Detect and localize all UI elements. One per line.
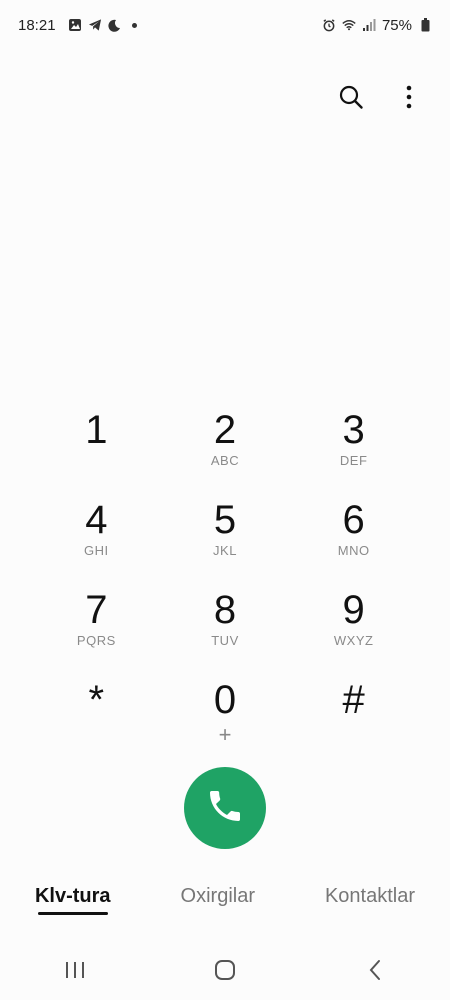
key-digit: # <box>342 678 365 722</box>
key-3[interactable]: 3 DEF <box>289 405 418 495</box>
alarm-icon <box>322 18 336 32</box>
key-digit: 9 <box>342 588 365 632</box>
tab-label: Kontaktlar <box>324 885 416 907</box>
bottom-tabs: Klv-tura Oxirgilar Kontaktlar <box>0 885 450 935</box>
key-1[interactable]: 1 <box>32 405 161 495</box>
key-digit: 8 <box>213 588 237 632</box>
more-vertical-icon[interactable] <box>394 80 424 114</box>
key-5[interactable]: 5 JKL <box>161 495 290 585</box>
key-7[interactable]: 7 PQRS <box>32 585 161 675</box>
notification-dot-icon <box>131 22 137 28</box>
key-digit: 7 <box>85 588 108 632</box>
dialer-screen: 18:21 75% 1 2 ABC 3 DEF 4 GHI 5 JKL 6 MN… <box>0 0 450 1000</box>
active-tab-indicator <box>37 912 108 915</box>
tab-contacts[interactable]: Kontaktlar <box>325 885 415 908</box>
key-9[interactable]: 9 WXYZ <box>289 585 418 675</box>
recent-apps-icon[interactable] <box>55 950 95 990</box>
key-letters: MNO <box>337 543 370 558</box>
call-button[interactable] <box>184 767 266 849</box>
key-letters: WXYZ <box>333 633 374 648</box>
key-digit: 1 <box>85 408 108 452</box>
key-star[interactable]: * <box>32 675 161 765</box>
key-4[interactable]: 4 GHI <box>32 495 161 585</box>
tab-label: Oxirgilar <box>180 885 255 907</box>
tab-label: Klv-tura <box>34 885 111 907</box>
status-left: 18:21 <box>18 17 137 34</box>
wifi-icon <box>342 18 356 32</box>
home-icon[interactable] <box>205 950 245 990</box>
system-nav-bar <box>0 945 450 995</box>
moon-icon <box>108 18 122 32</box>
key-letters: JKL <box>213 543 237 558</box>
signal-icon <box>362 18 376 32</box>
key-letters: TUV <box>211 633 239 648</box>
gallery-icon <box>68 18 82 32</box>
key-digit: * <box>88 678 105 722</box>
dial-keypad: 1 2 ABC 3 DEF 4 GHI 5 JKL 6 MNO 7 PQRS 8 <box>32 405 418 765</box>
status-time: 18:21 <box>18 16 56 34</box>
key-letters: ABC <box>210 453 240 468</box>
back-icon[interactable] <box>355 950 395 990</box>
key-digit: 0 <box>213 678 237 722</box>
phone-icon <box>205 786 245 831</box>
tab-recents[interactable]: Oxirgilar <box>181 885 255 908</box>
key-digit: 3 <box>342 408 365 452</box>
key-plus: + <box>218 722 232 747</box>
top-actions <box>336 80 424 114</box>
status-right: 75% <box>322 17 432 34</box>
key-8[interactable]: 8 TUV <box>161 585 290 675</box>
battery-icon <box>418 18 432 32</box>
tab-keypad[interactable]: Klv-tura <box>35 885 111 915</box>
key-letters: PQRS <box>76 633 116 648</box>
key-letters: DEF <box>339 453 368 468</box>
status-bar: 18:21 75% <box>0 0 450 50</box>
key-hash[interactable]: # <box>289 675 418 765</box>
key-0[interactable]: 0 + <box>161 675 290 765</box>
telegram-icon <box>88 18 102 32</box>
key-digit: 2 <box>213 408 237 452</box>
key-digit: 5 <box>213 498 237 542</box>
key-2[interactable]: 2 ABC <box>161 405 290 495</box>
key-digit: 4 <box>85 498 108 542</box>
search-icon[interactable] <box>336 80 366 114</box>
battery-percentage: 75% <box>381 16 412 34</box>
key-digit: 6 <box>342 498 365 542</box>
key-6[interactable]: 6 MNO <box>289 495 418 585</box>
key-letters: GHI <box>84 543 109 558</box>
